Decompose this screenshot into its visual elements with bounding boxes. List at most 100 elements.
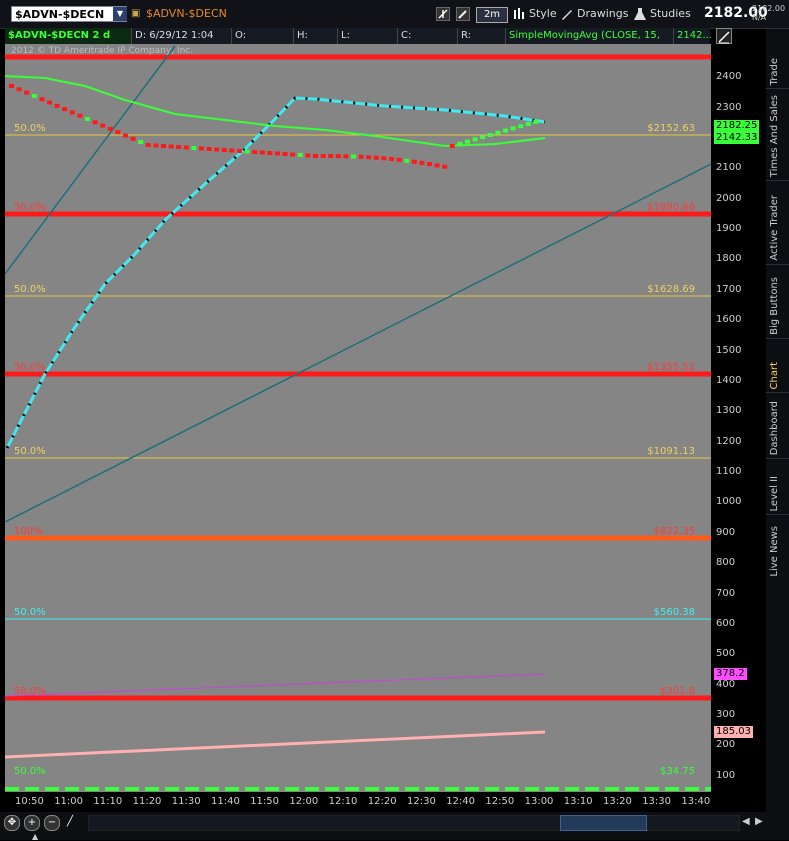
chart-title[interactable]: $ADVN-$DECN 2 d 2m [5,28,132,57]
price-tick-label: 700 [716,587,736,599]
candle [107,126,113,131]
time-tick-label: 13:20 [603,796,632,807]
scrollbar-thumb[interactable] [560,815,647,831]
fib-percent-label: 50.0% [14,686,46,697]
fib-percent-label: 100% [14,526,43,537]
line-draw-icon[interactable]: ╱ [63,815,77,829]
bar-date: D: 6/29/12 1:04 PM [132,28,232,57]
side-tab-chart[interactable]: Chart [766,338,789,393]
price-tick-label: 2400 [716,71,742,83]
price-marker: 185.03 [714,726,753,738]
zoom-in-icon[interactable]: + [24,815,40,831]
drawing-tool-button[interactable] [456,5,473,23]
candle [54,103,60,108]
bar-close: C: 2182.25 [398,28,458,57]
study-label[interactable]: SimpleMovingAvg (CLOSE, 15, 0) [506,28,674,57]
fib-percent-label: 50.0% [14,362,46,373]
scroll-left-icon[interactable]: ◀ [742,816,750,827]
study-line [5,730,546,759]
candle [252,150,258,154]
candle [381,156,387,161]
candle [396,157,402,162]
style-button[interactable]: Style [512,5,557,23]
side-tab-trade[interactable]: Trade [766,28,789,89]
candle [442,164,448,169]
time-tick-label: 10:50 [15,796,44,807]
side-tab-level-ii[interactable]: Level II [766,458,789,515]
time-tick-label: 13:00 [524,796,554,807]
price-tick-label: 900 [716,526,736,538]
side-tab-dashboard[interactable]: Dashboard [766,392,789,459]
time-tick-label: 12:40 [446,796,476,807]
side-tab-live-news[interactable]: Live News [766,514,789,581]
price-marker: 378.2 [714,668,747,680]
side-tab-active-trader[interactable]: Active Trader [766,180,789,265]
symbol-input[interactable]: $ADVN-$DECN [11,6,127,22]
link-icon[interactable]: ▣ [131,8,143,20]
price-tick-label: 2100 [716,162,742,174]
price-tick-label: 1600 [716,314,742,326]
drawings-label: Drawings [577,7,629,20]
fib-percent-label: 50.0% [14,284,46,295]
price-tick-label: 2300 [716,101,742,113]
scroll-right-icon[interactable]: ▶ [755,816,763,827]
candle [145,143,151,147]
fib-price-label: $1091.13 [647,446,695,457]
time-tick-label: 11:30 [171,796,201,807]
side-tab-label: Level II [769,475,780,511]
candle [465,139,470,144]
studies-button[interactable]: Studies [633,5,691,23]
candle [267,151,273,155]
candle [358,154,364,159]
candle [191,146,197,150]
candle [510,126,516,131]
study-value: 2142... [677,30,712,41]
candle [487,133,493,137]
price-tick-label: 1900 [716,223,742,235]
candle [47,100,52,105]
chart-info-bar: $ADVN-$DECN 2 d 2m D: 6/29/12 1:04 PM O:… [5,28,712,57]
candle [9,84,14,88]
last-price-detail: 2182.00 N/A [752,4,785,22]
price-tick-label: 1100 [716,466,742,478]
time-tick-label: 13:30 [642,796,672,807]
candle [39,97,45,102]
cumulative-line-dash [5,96,546,449]
candle [62,107,68,112]
side-tab-times-and-sales[interactable]: Times And Sales [766,88,789,181]
chart-settings-button[interactable] [716,28,732,44]
zoom-out-icon[interactable]: − [44,815,60,831]
aggregation-button[interactable]: 2m [476,7,508,23]
candle [404,158,410,163]
symbol-description: $ADVN-$DECN [146,7,227,20]
candle [290,152,296,157]
fib-percent-label: 50.0% [14,202,46,213]
candle [31,93,37,98]
flask-icon [634,8,646,20]
candle [411,159,417,164]
pan-icon[interactable]: ✥ [4,815,20,831]
drawings-button[interactable]: Drawings [560,5,628,23]
time-axis[interactable]: 10:50 11:00 11:10 11:20 11:30 11:40 11:50 12:00… [5,792,711,812]
last-price-small: 2182.00 [752,4,786,13]
price-axis[interactable]: 2400230022002100200019001800170016001500… [711,44,765,792]
time-tick-label: 12:50 [485,796,515,807]
fib-percent-label: 50.0% [14,446,46,457]
fib-price-label: $301.8 [660,686,695,697]
chevron-down-icon[interactable]: ▼ [113,7,127,21]
trend-line [5,163,711,523]
candle [237,149,242,153]
price-marker: 2182.25 [714,120,760,132]
time-tick-label: 12:10 [328,796,358,807]
fib-percent-label: 50.0% [14,766,46,777]
candle [457,141,463,146]
price-chart[interactable]: 2012 © TD Ameritrade IP Company, Inc. 50… [5,44,711,792]
chart-canvas[interactable] [5,44,711,792]
crosshair-tool-button[interactable] [436,5,453,23]
candle [199,146,204,151]
bottom-toolbar: ✥ + − ╱ ◀ ▶ ▲ [0,812,789,841]
price-tick-label: 1700 [716,283,742,295]
side-tab-big-buttons[interactable]: Big Buttons [766,264,789,339]
time-tick-label: 13:10 [563,796,593,807]
time-tick-label: 12:00 [289,796,319,807]
